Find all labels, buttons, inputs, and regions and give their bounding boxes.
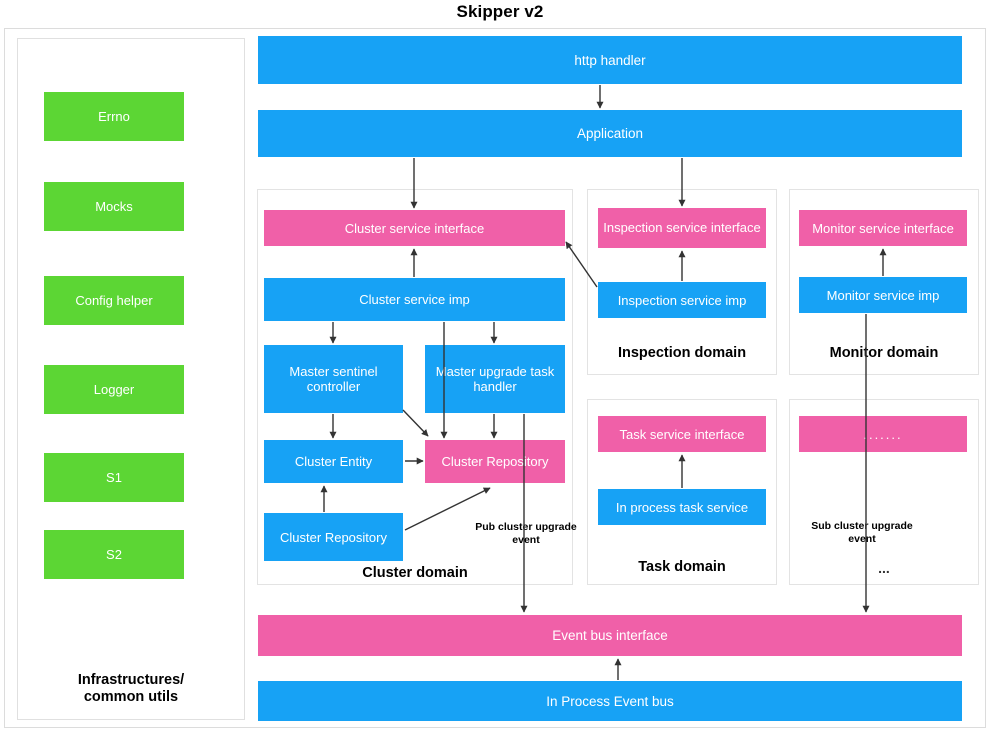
infra-box-logger[interactable]: Logger <box>44 365 184 414</box>
sub-note-line1: Sub cluster upgrade <box>811 520 913 532</box>
other-service-placeholder-label: ....... <box>863 426 903 442</box>
pub-note-line2: event <box>512 534 540 546</box>
cluster-service-interface-label: Cluster service interface <box>344 220 485 236</box>
infra-box-label: Config helper <box>75 293 153 308</box>
master-upgrade-task-handler-box[interactable]: Master upgrade task handler <box>425 345 565 413</box>
infra-box-errno[interactable]: Errno <box>44 92 184 141</box>
other-service-placeholder-box[interactable]: ....... <box>799 416 967 452</box>
infra-box-mocks[interactable]: Mocks <box>44 182 184 231</box>
pub-cluster-upgrade-event-note: Pub cluster upgrade event <box>467 521 585 547</box>
monitor-domain-caption: Monitor domain <box>829 345 939 361</box>
inspection-service-interface-box[interactable]: Inspection service interface <box>598 208 766 248</box>
cluster-repository-label: Cluster Repository <box>280 529 387 545</box>
monitor-service-imp-label: Monitor service imp <box>826 287 940 303</box>
infrastructure-caption-line1: Infrastructures/ <box>77 672 185 688</box>
infrastructure-caption-line2: common utils <box>83 689 179 705</box>
infra-box-label: Mocks <box>95 199 133 214</box>
event-bus-interface-label: Event bus interface <box>552 628 668 643</box>
in-process-event-bus-label: In Process Event bus <box>546 693 674 709</box>
http-handler-box[interactable]: http handler <box>258 36 962 84</box>
pub-note-line1: Pub cluster upgrade <box>475 521 577 533</box>
master-upgrade-task-handler-label: Master upgrade task handler <box>435 364 555 394</box>
cluster-domain-caption: Cluster domain <box>362 565 468 581</box>
master-sentinel-controller-box[interactable]: Master sentinel controller <box>264 345 403 413</box>
in-process-task-service-box[interactable]: In process task service <box>598 489 766 525</box>
inspection-service-imp-box[interactable]: Inspection service imp <box>598 282 766 318</box>
infra-box-label: Errno <box>98 109 130 124</box>
infra-box-config-helper[interactable]: Config helper <box>44 276 184 325</box>
infra-box-label: Logger <box>93 382 135 397</box>
infra-box-label: S2 <box>106 547 122 562</box>
cluster-entity-label: Cluster Entity <box>294 454 373 469</box>
infra-box-s1[interactable]: S1 <box>44 453 184 502</box>
inspection-domain-caption: Inspection domain <box>617 345 747 361</box>
cluster-service-imp-box[interactable]: Cluster service imp <box>264 278 565 321</box>
diagram-canvas: Skipper v2 Errno Mocks Config helper Log… <box>0 0 1000 750</box>
page-title: Skipper v2 <box>456 2 544 21</box>
sub-note-line2: event <box>848 533 876 545</box>
monitor-service-interface-label: Monitor service interface <box>812 220 954 236</box>
sub-cluster-upgrade-event-note: Sub cluster upgrade event <box>806 520 918 546</box>
event-bus-interface-box[interactable]: Event bus interface <box>258 615 962 656</box>
infra-box-s2[interactable]: S2 <box>44 530 184 579</box>
cluster-service-imp-label: Cluster service imp <box>359 292 470 307</box>
http-handler-label: http handler <box>574 52 646 68</box>
task-service-interface-box[interactable]: Task service interface <box>598 416 766 452</box>
monitor-service-interface-box[interactable]: Monitor service interface <box>799 210 967 246</box>
in-process-task-service-label: In process task service <box>615 499 749 515</box>
inspection-service-imp-label: Inspection service imp <box>617 292 747 308</box>
cluster-entity-box[interactable]: Cluster Entity <box>264 440 403 483</box>
monitor-service-imp-box[interactable]: Monitor service imp <box>799 277 967 313</box>
task-service-interface-label: Task service interface <box>619 426 745 442</box>
cluster-repository-label: Cluster Repository <box>441 454 549 469</box>
task-domain-caption: Task domain <box>638 559 726 575</box>
cluster-repository-blue-box[interactable]: Cluster Repository <box>264 513 403 561</box>
application-box[interactable]: Application <box>258 110 962 157</box>
cluster-repository-pink-box[interactable]: Cluster Repository <box>425 440 565 483</box>
in-process-event-bus-box[interactable]: In Process Event bus <box>258 681 962 721</box>
inspection-service-interface-label: Inspection service interface <box>603 220 761 235</box>
infrastructure-caption: Infrastructures/ common utils <box>17 672 245 706</box>
other-domain-caption: ... <box>878 560 890 576</box>
cluster-service-interface-box[interactable]: Cluster service interface <box>264 210 565 246</box>
infra-box-label: S1 <box>106 470 122 485</box>
master-sentinel-controller-label: Master sentinel controller <box>289 364 378 394</box>
application-label: Application <box>576 126 644 141</box>
